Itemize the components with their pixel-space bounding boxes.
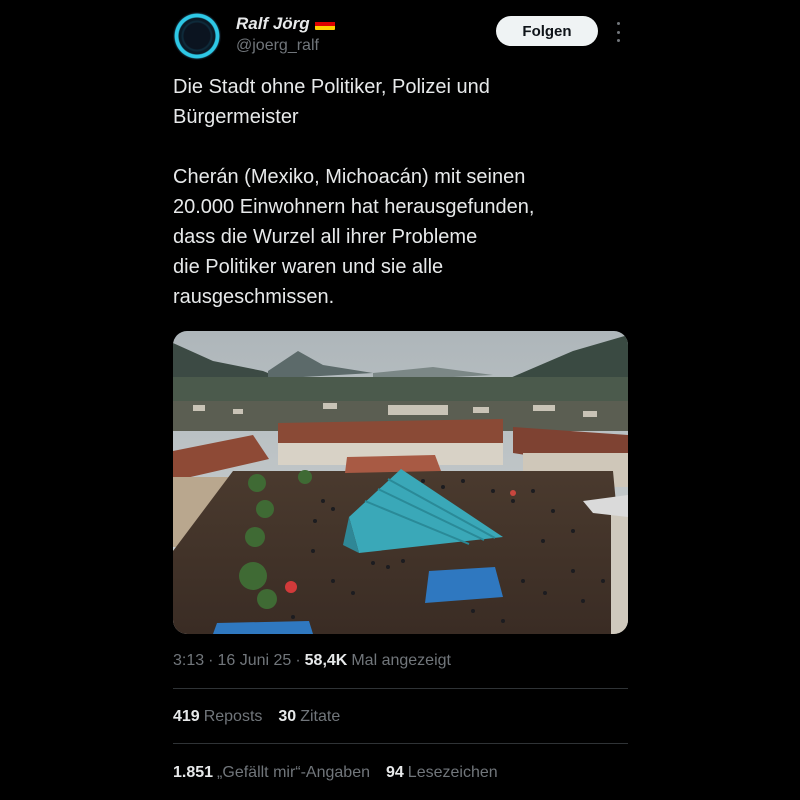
avatar[interactable] — [173, 12, 221, 60]
quotes-count: 30 — [278, 708, 297, 725]
reposts-label: Reposts — [203, 708, 263, 725]
divider — [173, 688, 628, 689]
likes-label: „Gefällt mir“-Angaben — [217, 764, 370, 781]
meta-separator: · — [295, 652, 301, 669]
bookmarks-count: 94 — [386, 764, 404, 781]
author-name-text: Ralf Jörg — [236, 14, 310, 33]
tweet-paragraph-1: Die Stadt ohne Politiker, Polizei und Bü… — [173, 76, 490, 128]
tweet-text: Die Stadt ohne Politiker, Polizei und Bü… — [173, 72, 623, 312]
tweet-date[interactable]: 16 Juni 25 — [217, 652, 291, 670]
stats-row-reposts: 419 Reposts 30 Zitate — [173, 708, 340, 726]
author-name[interactable]: Ralf Jörg — [236, 14, 335, 34]
more-options-icon[interactable] — [614, 22, 622, 42]
tweet-photo[interactable] — [173, 331, 628, 634]
stats-row-likes: 1.851 „Gefällt mir“-Angaben 94 Lesezeichen — [173, 764, 498, 782]
follow-button[interactable]: Folgen — [496, 16, 598, 46]
views-label: Mal angezeigt — [351, 652, 451, 669]
tweet-meta: 3:13 · 16 Juni 25 · 58,4K Mal angezeigt — [173, 652, 451, 670]
divider — [173, 743, 628, 744]
quotes-label: Zitate — [300, 708, 341, 725]
meta-separator: · — [208, 652, 214, 669]
bookmarks-stat[interactable]: 94 Lesezeichen — [386, 764, 498, 782]
reposts-stat[interactable]: 419 Reposts — [173, 708, 262, 726]
quotes-stat[interactable]: 30 Zitate — [278, 708, 340, 726]
tweet-paragraph-2: Cherán (Mexiko, Michoacán) mit seinen 20… — [173, 166, 535, 308]
tweet-time[interactable]: 3:13 — [173, 652, 204, 670]
reposts-count: 419 — [173, 708, 200, 725]
author-handle[interactable]: @joerg_ralf — [236, 37, 319, 55]
views-count[interactable]: 58,4K — [305, 652, 348, 670]
bookmarks-label: Lesezeichen — [407, 764, 498, 781]
germany-flag-icon — [314, 18, 335, 30]
likes-count: 1.851 — [173, 764, 214, 781]
likes-stat[interactable]: 1.851 „Gefällt mir“-Angaben — [173, 764, 370, 782]
town-square-photo-icon — [173, 331, 628, 634]
